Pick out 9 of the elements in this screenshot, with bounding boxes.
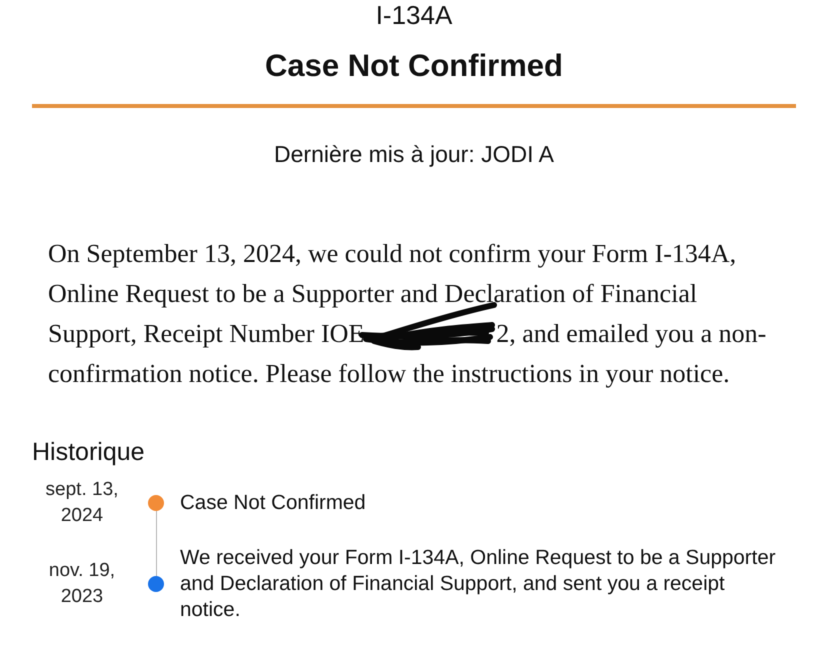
event-date: sept. 13, 2024 [44, 478, 120, 528]
last-updated-text: Dernière mis à jour: JODI A [274, 140, 554, 168]
event-description: We received your Form I-134A, Online Request to be a Supporter and Declaration of Financial Support, and sent you a receipt notice. [180, 545, 777, 623]
event-date: nov. 19, 2023 [48, 559, 116, 609]
form-code: I-134A [376, 0, 452, 30]
notice-paragraph: On September 13, 2024, we could not confirm your Form I-134A, Online Request to be a Supporter and Declaration of Financial Support, Receipt Number IOE 2, and emailed you a non-confirmation notice. Please follow the instructions in your notice. [48, 238, 768, 390]
status-title: Case Not Confirmed [265, 48, 563, 84]
history-heading: Historique [32, 437, 145, 467]
event-description: Case Not Confirmed [180, 490, 367, 516]
